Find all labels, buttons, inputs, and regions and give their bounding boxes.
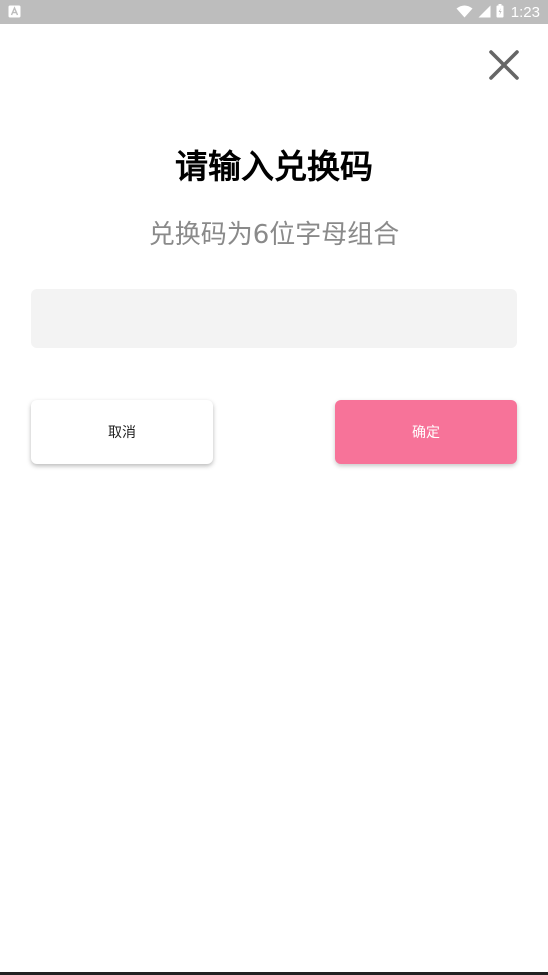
status-bar: 1:23 xyxy=(0,0,548,24)
wifi-icon xyxy=(456,3,473,22)
dialog-title: 请输入兑换码 xyxy=(175,147,373,186)
cancel-button-label: 取消 xyxy=(108,425,136,441)
close-icon xyxy=(488,49,520,85)
redeem-code-input[interactable] xyxy=(31,289,517,348)
status-right: 1:23 xyxy=(456,3,540,22)
notification-a-icon xyxy=(8,3,21,22)
status-time: 1:23 xyxy=(510,3,540,21)
dialog-subtitle: 兑换码为6位字母组合 xyxy=(148,220,400,250)
confirm-button-label: 确定 xyxy=(412,425,440,441)
confirm-button[interactable]: 确定 xyxy=(335,400,517,464)
battery-icon xyxy=(496,3,504,22)
signal-icon xyxy=(478,3,491,22)
close-button[interactable] xyxy=(483,46,525,88)
cancel-button[interactable]: 取消 xyxy=(31,400,213,464)
status-left xyxy=(8,3,21,22)
